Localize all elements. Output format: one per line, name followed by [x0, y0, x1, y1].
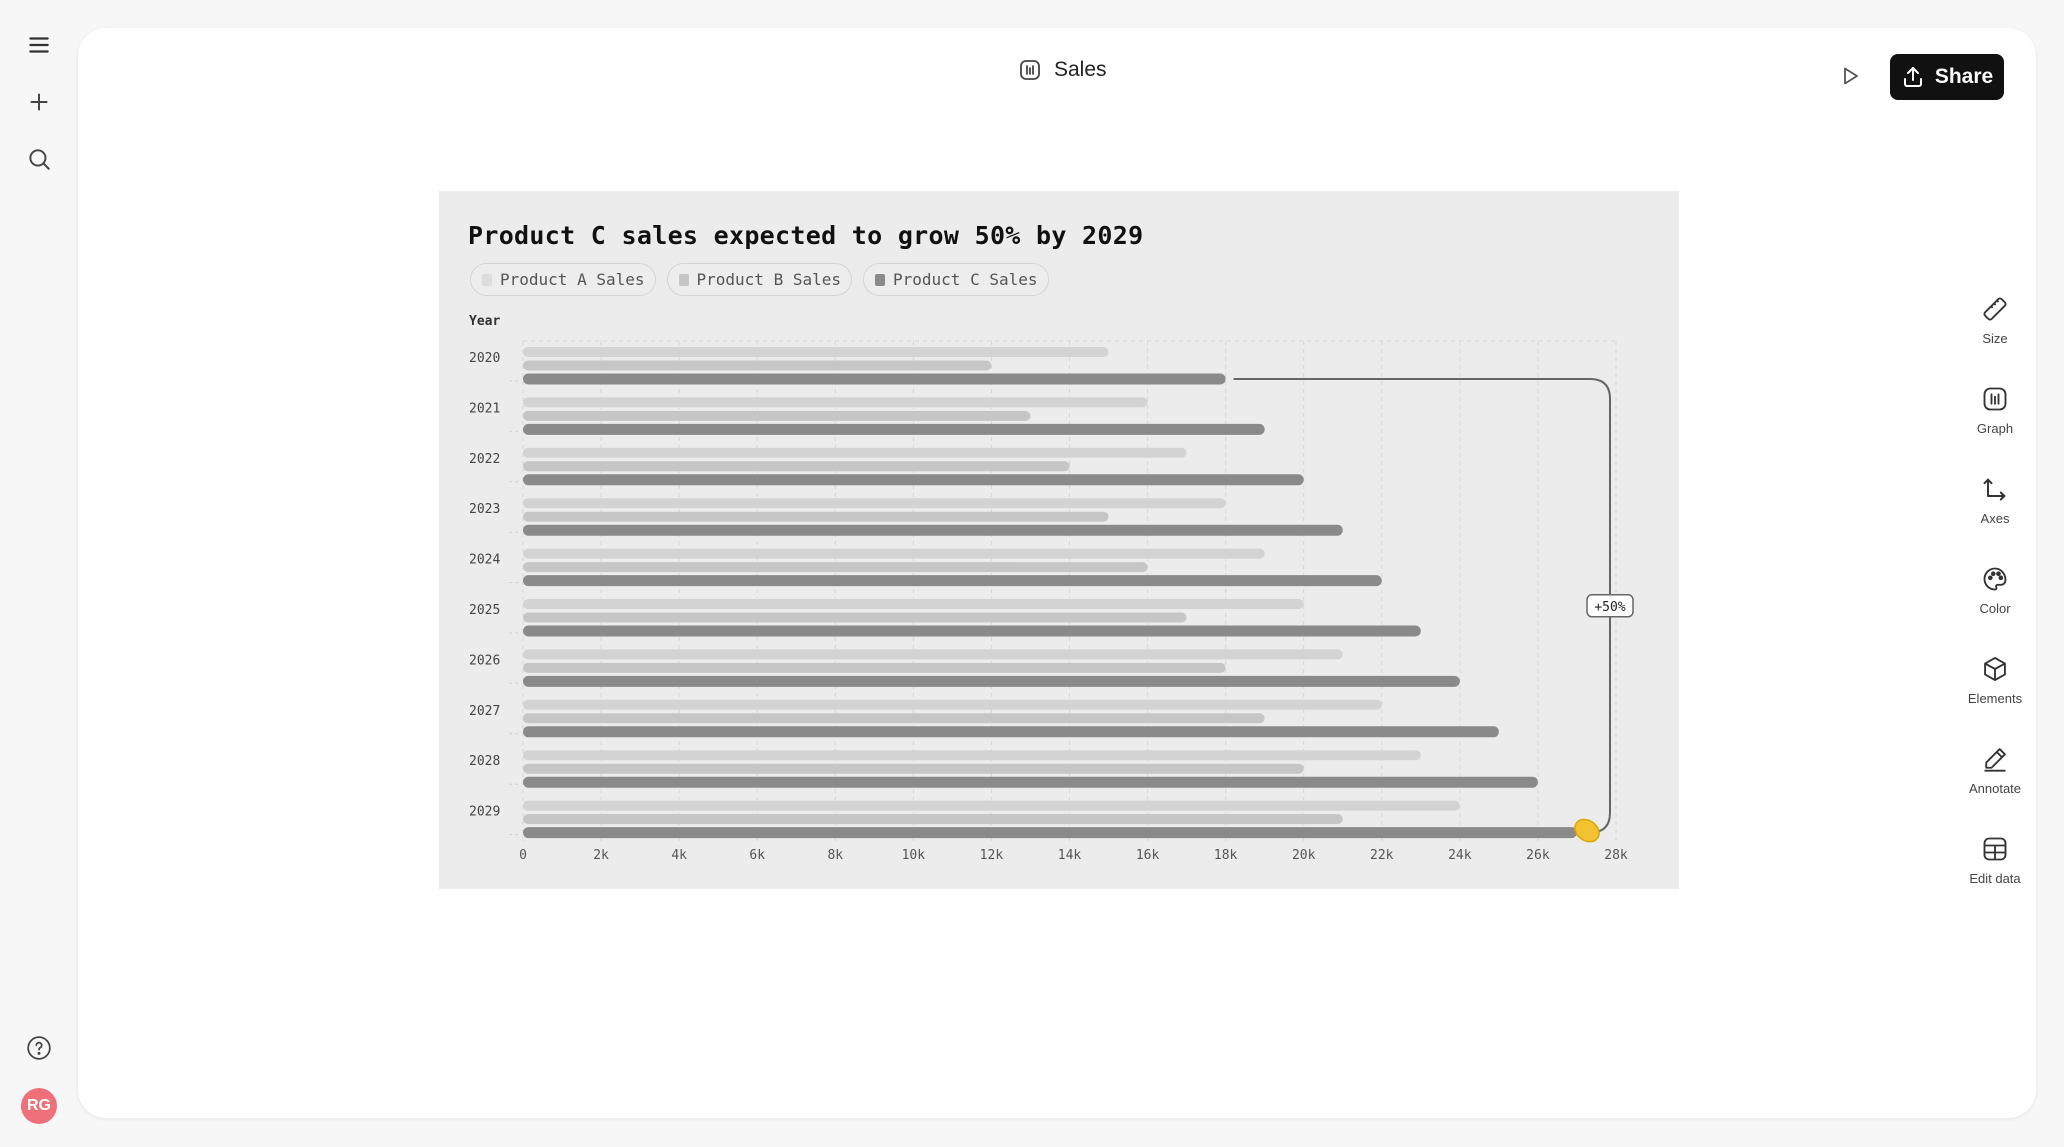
x-tick-label: 16k — [1136, 848, 1160, 863]
y-tick-label: 2029 — [469, 805, 500, 820]
drag-handle — [1574, 818, 1600, 843]
tool-axes[interactable]: Axes — [1954, 475, 2036, 545]
bar-series-b — [523, 612, 1187, 623]
x-tick-label: 2k — [593, 848, 609, 863]
tool-elements[interactable]: Elements — [1954, 655, 2036, 725]
x-tick-label: 22k — [1370, 848, 1394, 863]
bar-series-c — [523, 726, 1499, 738]
plus-icon — [30, 93, 48, 111]
bar-series-a — [523, 599, 1304, 609]
bar-series-b — [523, 814, 1343, 825]
tool-color[interactable]: Color — [1954, 565, 2036, 635]
bar-series-b — [523, 763, 1304, 774]
x-tick-label: 6k — [749, 848, 765, 863]
tool-size[interactable]: Size — [1954, 295, 2036, 365]
bar-series-c — [523, 776, 1538, 788]
tool-graph[interactable]: Graph — [1954, 385, 2036, 455]
present-button[interactable] — [1834, 60, 1866, 92]
tool-graph-label: Graph — [1976, 421, 2014, 436]
tool-size-label: Size — [1982, 331, 2008, 346]
bar-series-a — [523, 649, 1343, 660]
document-title[interactable]: Sales — [1018, 58, 1107, 82]
bar-series-b — [523, 410, 1031, 421]
bar-series-b — [523, 511, 1109, 522]
avatar[interactable]: RG — [21, 1088, 57, 1124]
y-tick-label: 2020 — [469, 351, 500, 366]
share-button[interactable]: Share — [1890, 54, 2004, 100]
play-icon — [1844, 67, 1858, 85]
tool-color-label: Color — [1979, 601, 2011, 616]
bar-series-a — [523, 699, 1382, 710]
bar-series-b — [523, 562, 1148, 573]
annotation-label: +50% — [1594, 600, 1625, 615]
hamburger-icon — [29, 37, 49, 53]
bar-series-c — [523, 423, 1265, 435]
x-tick-label: 26k — [1526, 848, 1550, 863]
x-tick-label: 0 — [519, 848, 527, 863]
tool-annotate[interactable]: Annotate — [1954, 745, 2036, 815]
x-tick-label: 28k — [1604, 848, 1628, 863]
y-tick-label: 2026 — [469, 653, 500, 668]
document-title-text: Sales — [1054, 58, 1107, 81]
bar-series-a — [523, 750, 1421, 761]
help-button[interactable] — [19, 1028, 59, 1068]
y-tick-label: 2022 — [469, 452, 500, 467]
menu-button[interactable] — [19, 25, 59, 65]
bar-series-c — [523, 524, 1343, 536]
bar-series-a — [523, 397, 1148, 408]
chart-card[interactable]: Product C sales expected to grow 50% by … — [439, 191, 1679, 889]
y-tick-label: 2023 — [469, 502, 500, 517]
tool-elements-label: Elements — [1967, 691, 2023, 706]
upload-icon — [1903, 67, 1922, 87]
bar-series-c — [523, 625, 1421, 637]
left-rail: RG — [0, 0, 78, 1147]
bar-chart[interactable]: 0 2k 4k 6k 8k 10k 12k 14k 16k 18k 20k 22k 24k 26k 28k Y… — [439, 191, 1679, 889]
y-tick-label: 2025 — [469, 603, 500, 618]
x-tick-label: 20k — [1292, 848, 1316, 863]
y-tick-label: 2024 — [469, 553, 500, 568]
new-button[interactable] — [19, 82, 59, 122]
tool-edit-data[interactable]: Edit data — [1954, 835, 2036, 905]
bar-series-a — [523, 347, 1109, 357]
ruler-icon — [1983, 297, 2007, 321]
bar-series-b — [523, 360, 992, 371]
x-tick-label: 18k — [1214, 848, 1238, 863]
y-tick-label: 2021 — [469, 401, 500, 416]
chart-icon — [1020, 60, 1040, 80]
share-label: Share — [1934, 65, 1994, 88]
tool-axes-label: Axes — [1980, 511, 2010, 526]
bar-series-c — [523, 827, 1577, 839]
bar-series-b — [523, 713, 1265, 724]
search-icon — [29, 149, 50, 170]
tool-edit-data-label: Edit data — [1969, 871, 2021, 886]
bar-series-b — [523, 461, 1070, 472]
bar-series-c — [523, 474, 1304, 486]
x-tick-label: 12k — [980, 848, 1004, 863]
tool-annotate-label: Annotate — [1968, 781, 2022, 796]
bar-series-a — [523, 498, 1226, 509]
bar-series-b — [523, 662, 1226, 673]
x-tick-label: 8k — [827, 848, 843, 863]
bar-series-a — [523, 447, 1187, 458]
cube-icon — [1984, 656, 2006, 682]
x-tick-label: 14k — [1058, 848, 1082, 863]
x-tick-label: 24k — [1448, 848, 1472, 863]
axes-icon — [1983, 478, 2006, 501]
y-tick-label: 2027 — [469, 704, 500, 719]
pen-icon — [1984, 748, 2006, 772]
bar-series-c — [523, 575, 1382, 587]
y-tick-label: 2028 — [469, 754, 500, 769]
x-tick-label: 4k — [671, 848, 687, 863]
search-button[interactable] — [19, 139, 59, 179]
bar-series-a — [523, 800, 1460, 811]
y-axis-label: Year — [469, 314, 500, 329]
bar-series-c — [523, 373, 1226, 385]
palette-icon — [1983, 567, 2007, 591]
bar-series-a — [523, 548, 1265, 559]
help-icon — [27, 1036, 51, 1060]
bar-series-c — [523, 675, 1460, 687]
x-tick-label: 10k — [902, 848, 926, 863]
table-icon — [1983, 837, 2007, 861]
bar-chart-icon — [1983, 387, 2007, 411]
